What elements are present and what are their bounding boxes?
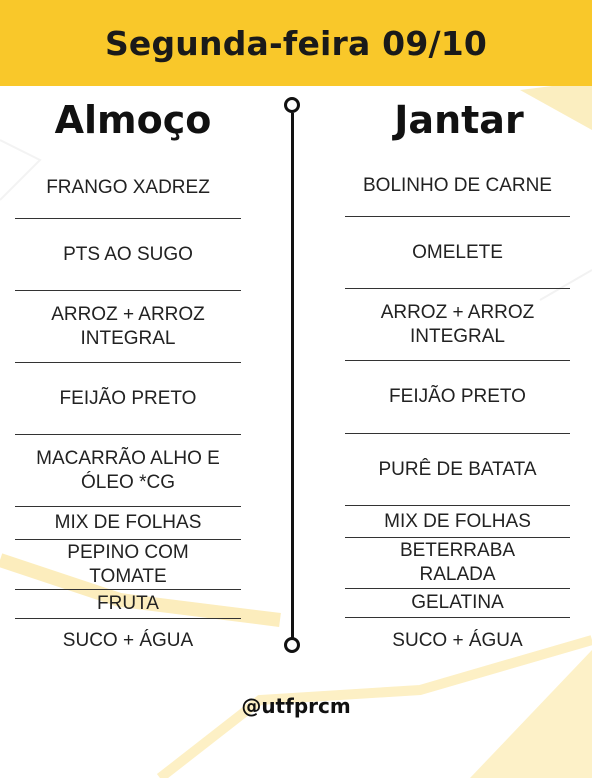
- divider-bottom-dot: [284, 637, 300, 653]
- menu-item: SUCO + ÁGUA: [392, 630, 523, 651]
- column-divider: [291, 113, 294, 639]
- lunch-title: Almoço: [54, 98, 212, 142]
- menu-item: PTS AO SUGO: [63, 243, 193, 265]
- menu-item: SUCO + ÁGUA: [62, 630, 194, 651]
- menu-item: ARROZ + ARROZ INTEGRAL: [380, 301, 535, 347]
- menu-item: GELATINA: [411, 592, 504, 613]
- menu-item: PEPINO COM TOMATE: [67, 541, 189, 587]
- menu-item: MACARRÃO ALHO E ÓLEO *CG: [36, 447, 220, 493]
- menu-item: PURÊ DE BATATA: [378, 458, 537, 480]
- menu-item: BOLINHO DE CARNE: [363, 174, 552, 196]
- menu-item: FRANGO XADREZ: [46, 177, 210, 198]
- menu-item: FEIJÃO PRETO: [389, 386, 526, 407]
- page-title: Segunda-feira 09/10: [104, 23, 488, 63]
- menu-item: FRUTA: [97, 593, 159, 614]
- menu-item: MIX DE FOLHAS: [384, 510, 531, 532]
- social-handle: @utfprcm: [241, 694, 351, 718]
- divider-top-dot: [284, 97, 300, 113]
- header-banner: Segunda-feira 09/10: [0, 0, 592, 86]
- menu-item: OMELETE: [412, 241, 503, 263]
- menu-item: BETERRABA RALADA: [399, 540, 516, 585]
- menu-item: ARROZ + ARROZ INTEGRAL: [51, 303, 205, 349]
- dinner-title: Jantar: [394, 98, 524, 142]
- menu-item: FEIJÃO PRETO: [59, 387, 197, 409]
- menu-item: MIX DE FOLHAS: [54, 512, 202, 533]
